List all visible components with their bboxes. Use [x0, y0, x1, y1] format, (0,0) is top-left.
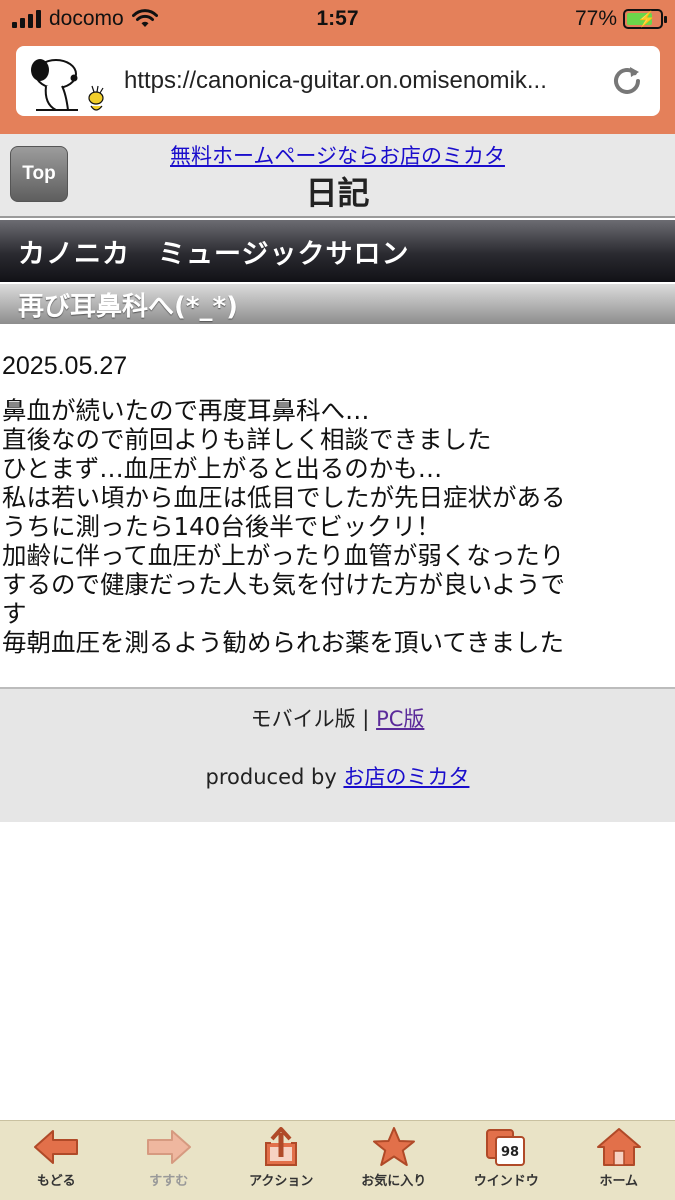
home-button[interactable]: ホーム [563, 1121, 675, 1200]
star-icon [372, 1127, 415, 1166]
forward-button[interactable]: すすむ [113, 1121, 226, 1200]
window-count: 98 [501, 1145, 519, 1160]
page-title: 日記 [305, 174, 370, 212]
back-label: もどる [36, 1174, 76, 1189]
action-label: アクション [249, 1174, 314, 1189]
browser-chrome: docomo 1:57 77% ⚡ https://canonica-guita… [0, 0, 675, 134]
body-line: 私は若い頃から血圧は低目でしたが先日症状がある [2, 483, 566, 512]
body-line: 鼻血が続いたので再度耳鼻科へ… [2, 396, 370, 425]
windows-label: ウインドウ [473, 1174, 539, 1189]
article-body: 鼻血が続いたので再度耳鼻科へ… 直後なので前回よりも詳しく相談できました ひとま… [2, 396, 672, 657]
favorites-label: お気に入り [361, 1174, 427, 1189]
producer-link[interactable]: お店のミカタ [343, 765, 469, 789]
forward-label: すすむ [149, 1174, 189, 1189]
body-line: ひとまず…血圧が上がると出るのかも… [2, 454, 443, 483]
producer-credit: produced by お店のミカタ [0, 761, 675, 791]
article-title: 再び耳鼻科へ(*_*) [0, 284, 675, 324]
body-line: 加齢に伴って血圧が上がったり血管が弱くなったり [2, 541, 565, 570]
battery-status: 77% ⚡ [574, 7, 667, 31]
version-links: モバイル版 | PC版 [0, 703, 675, 733]
share-icon [265, 1127, 298, 1166]
article-date: 2025.05.27 [2, 352, 128, 380]
mobile-version-label: モバイル版 [250, 707, 356, 731]
reload-button[interactable] [594, 46, 660, 116]
body-line: するので健康だった人も気を付けた方が良いようで [2, 570, 566, 599]
address-bar[interactable]: https://canonica-guitar.on.omisenomik... [16, 46, 660, 116]
favorites-button[interactable]: お気に入り [338, 1121, 451, 1200]
clock: 1:57 [316, 7, 359, 30]
body-line: 毎朝血圧を測るよう勧められお薬を頂いてきました [2, 628, 565, 657]
page-header: Top 無料ホームページならお店のミカタ 日記 [0, 134, 675, 218]
pc-version-link[interactable]: PC版 [376, 707, 424, 731]
battery-percent: 77% [574, 7, 617, 30]
windows-icon: 98 [486, 1129, 526, 1166]
reload-icon[interactable] [610, 64, 644, 98]
browser-toolbar: もどる すすむ アクション お気に入り 98 ウインドウ ホーム [0, 1120, 675, 1200]
windows-button[interactable]: 98 ウインドウ [450, 1121, 563, 1200]
status-bar: docomo 1:57 77% ⚡ [0, 0, 675, 40]
page-footer: モバイル版 | PC版 produced by お店のミカタ [0, 687, 675, 822]
battery-icon: ⚡ [623, 9, 667, 29]
back-arrow-icon [34, 1130, 79, 1164]
separator: | [362, 707, 370, 731]
produced-by-label: produced by [205, 765, 337, 789]
home-label: ホーム [599, 1174, 639, 1189]
ad-link[interactable]: 無料ホームページならお店のミカタ [0, 140, 675, 170]
home-icon [596, 1128, 641, 1166]
site-name-bar: カノニカ ミュージックサロン [0, 220, 675, 282]
body-line: うちに測ったら140台後半でビックリ！ [2, 512, 441, 541]
back-button[interactable]: もどる [0, 1121, 113, 1200]
forward-arrow-icon [146, 1130, 191, 1164]
body-line: 直後なので前回よりも詳しく相談できました [2, 425, 492, 454]
body-line: す [2, 599, 27, 628]
snoopy-logo-icon [16, 46, 116, 116]
action-button[interactable]: アクション [225, 1121, 338, 1200]
url-text[interactable]: https://canonica-guitar.on.omisenomik... [116, 67, 594, 95]
